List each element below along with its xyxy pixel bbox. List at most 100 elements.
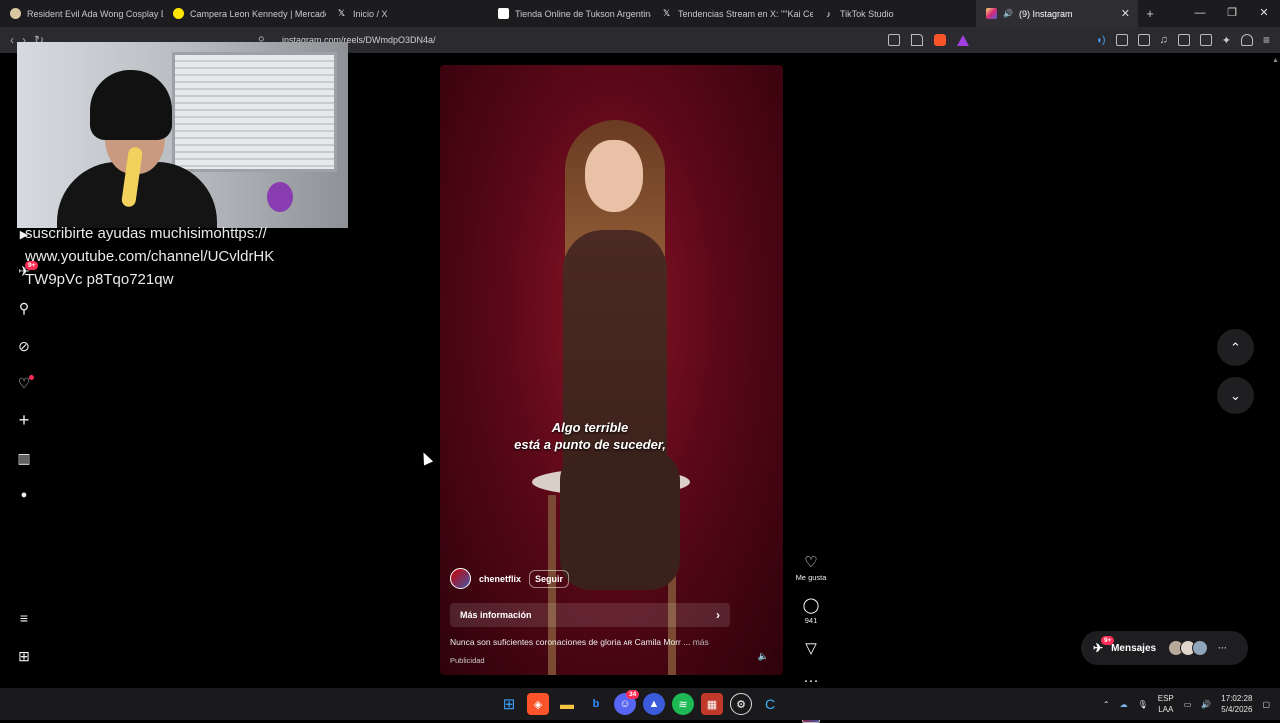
ccleaner-icon[interactable]: C <box>759 693 781 715</box>
tab-x-tendencias[interactable]: 𝕏 Tendencias Stream en X: ""Kai Cenat <box>651 0 813 27</box>
actress-figure <box>535 120 695 675</box>
brave-rewards-icon[interactable] <box>957 34 969 46</box>
extensions-icon[interactable] <box>1115 34 1128 46</box>
tab-bar: Resident Evil Ada Wong Cosplay Dis Campe… <box>0 0 1280 27</box>
discord-badge: 34 <box>626 690 640 699</box>
windows-start-icon[interactable]: ⊞ <box>498 693 520 715</box>
back-icon[interactable]: ‹ <box>10 33 14 47</box>
tab-tiktok-studio[interactable]: ♪ TikTok Studio <box>813 0 976 27</box>
share-icon[interactable] <box>911 34 923 46</box>
more-info-button[interactable]: Más información › <box>450 603 730 627</box>
bing-icon[interactable]: b <box>585 693 607 715</box>
more-options-button[interactable]: ··· <box>804 673 819 689</box>
audio-icon[interactable]: ◖) <box>1096 35 1105 46</box>
webcam-plush-toy <box>267 182 293 212</box>
address-bar[interactable]: ⚲ instagram.com/reels/DWmdpO3DN4a/ <box>258 29 976 51</box>
restore-icon[interactable]: ❐ <box>1216 0 1248 27</box>
more-icon: ··· <box>1218 643 1228 653</box>
dashboard-icon[interactable]: ▥ <box>14 448 34 468</box>
notifications-icon[interactable]: ▢ <box>1262 700 1270 709</box>
tiktok-icon: ♪ <box>826 8 831 19</box>
comment-button[interactable]: ◯ 941 <box>803 598 820 626</box>
follow-button[interactable]: Seguir <box>529 569 570 588</box>
close-tab-icon[interactable]: ✕ <box>1121 7 1130 20</box>
steam-icon[interactable]: ⚙ <box>730 693 752 715</box>
page-icon <box>498 8 509 19</box>
instagram-icon <box>986 8 997 19</box>
vpn-icon[interactable] <box>1240 34 1253 46</box>
caption-more-link[interactable]: más <box>693 637 709 647</box>
tab-tukson[interactable]: Tienda Online de Tukson Argentina <box>488 0 651 27</box>
search-icon[interactable]: ⚲ <box>14 298 34 318</box>
new-tab-button[interactable]: + <box>1138 6 1162 21</box>
leo-ai-icon[interactable]: ✦ <box>1222 34 1231 47</box>
network-icon[interactable]: ▭ <box>1184 700 1192 709</box>
app-icon[interactable]: ▲ <box>643 693 665 715</box>
subtitle-line: Algo terrible <box>551 420 629 435</box>
volume-icon[interactable]: 🔊 <box>1201 700 1211 709</box>
screenshot-icon[interactable] <box>1137 34 1150 46</box>
webcam-overlay <box>17 42 348 228</box>
chevron-up-icon[interactable]: ⌃ <box>1103 700 1110 709</box>
language-indicator[interactable]: ESP LAA <box>1158 693 1174 715</box>
close-window-icon[interactable]: ✕ <box>1248 0 1280 27</box>
paper-plane-icon: ▽ <box>805 640 817 657</box>
x-icon: 𝕏 <box>662 8 671 18</box>
minimize-icon[interactable]: — <box>1184 0 1216 27</box>
more-info-label: Más información <box>460 610 532 620</box>
obs-record-icon[interactable]: ▦ <box>701 693 723 715</box>
like-label: Me gusta <box>795 573 827 582</box>
keyboard-layout: LAA <box>1158 705 1174 714</box>
file-explorer-icon[interactable]: ▬ <box>556 693 578 715</box>
sidebar-toggle-icon[interactable] <box>1177 34 1190 46</box>
scrollbar-up-arrow[interactable]: ▲ <box>1272 57 1279 69</box>
share-button[interactable]: ▽ <box>805 641 817 657</box>
x-icon: 𝕏 <box>337 8 346 18</box>
tab-label: Resident Evil Ada Wong Cosplay Dis <box>27 8 163 19</box>
circle-icon <box>10 8 21 19</box>
music-icon[interactable]: ♫ <box>1160 34 1168 46</box>
tab-label: Campera Leon Kennedy | MercadoLi <box>190 8 326 19</box>
discord-icon[interactable]: ☺ 34 <box>614 690 640 715</box>
clock[interactable]: 17:02:28 5/4/2026 <box>1221 693 1252 715</box>
account-avatar[interactable] <box>450 568 471 589</box>
brave-browser-icon[interactable]: ◈ <box>527 693 549 715</box>
like-button[interactable]: ♡ Me gusta <box>795 555 827 583</box>
chevron-down-icon: ⌄ <box>1230 387 1241 403</box>
taskbar: ⊞ ◈ ▬ b ☺ 34 ▲ ≋ ▦ ⚙ C ⌃ ☁ 🎙 ESP LAA ▭ 🔊… <box>0 688 1280 720</box>
account-name[interactable]: chenetflix <box>479 574 521 584</box>
explore-icon[interactable]: ⊘ <box>14 336 34 356</box>
messages-button[interactable]: ✈ 9+ Mensajes ··· <box>1081 631 1248 665</box>
brave-shields-icon[interactable] <box>934 34 946 46</box>
onedrive-icon[interactable]: ☁ <box>1120 700 1128 709</box>
tab-label: Tienda Online de Tukson Argentina <box>515 8 651 19</box>
language-code: ESP <box>1157 694 1174 703</box>
messages-badge: 9+ <box>1101 636 1115 645</box>
tab-label: Tendencias Stream en X: ""Kai Cenat <box>678 8 813 19</box>
stream-overlay-text: suscribirte ayudas muchisimohttps://www.… <box>25 225 275 288</box>
tab-ada-wong[interactable]: Resident Evil Ada Wong Cosplay Dis <box>0 0 163 27</box>
create-icon[interactable]: + <box>14 410 34 430</box>
window-controls: — ❐ ✕ <box>1184 0 1280 27</box>
tab-label: TikTok Studio <box>840 8 894 19</box>
taskbar-apps: ⊞ ◈ ▬ b ☺ 34 ▲ ≋ ▦ ⚙ C <box>498 690 781 715</box>
next-reel-button[interactable]: ⌄ <box>1217 377 1254 414</box>
volume-icon[interactable]: 🔈 <box>758 651 769 662</box>
reel-video[interactable]: Algo terrible está a punto de suceder, c… <box>440 65 783 675</box>
profile-avatar-icon[interactable]: ● <box>14 485 34 505</box>
more-menu-icon[interactable]: ≡ <box>14 608 34 628</box>
mouse-cursor <box>418 450 434 466</box>
tab-label: (9) Instagram <box>1018 8 1073 19</box>
also-from-meta-icon[interactable]: ⊞ <box>14 646 34 666</box>
tab-instagram[interactable]: 🔊 (9) Instagram ✕ <box>976 0 1138 27</box>
wallet-icon[interactable] <box>1199 34 1212 46</box>
previous-reel-button[interactable]: ⌃ <box>1217 329 1254 366</box>
reel-navigation: ⌃ ⌄ <box>1217 329 1254 425</box>
messages-label: Mensajes <box>1111 642 1157 654</box>
cast-icon[interactable] <box>888 34 900 46</box>
menu-icon[interactable]: ≡ <box>1263 33 1270 47</box>
microphone-icon[interactable]: 🎙 <box>1138 700 1148 709</box>
spotify-icon[interactable]: ≋ <box>672 693 694 715</box>
tab-mercadolibre[interactable]: Campera Leon Kennedy | MercadoLi <box>163 0 326 27</box>
tab-x-inicio[interactable]: 𝕏 Inicio / X <box>326 0 488 27</box>
